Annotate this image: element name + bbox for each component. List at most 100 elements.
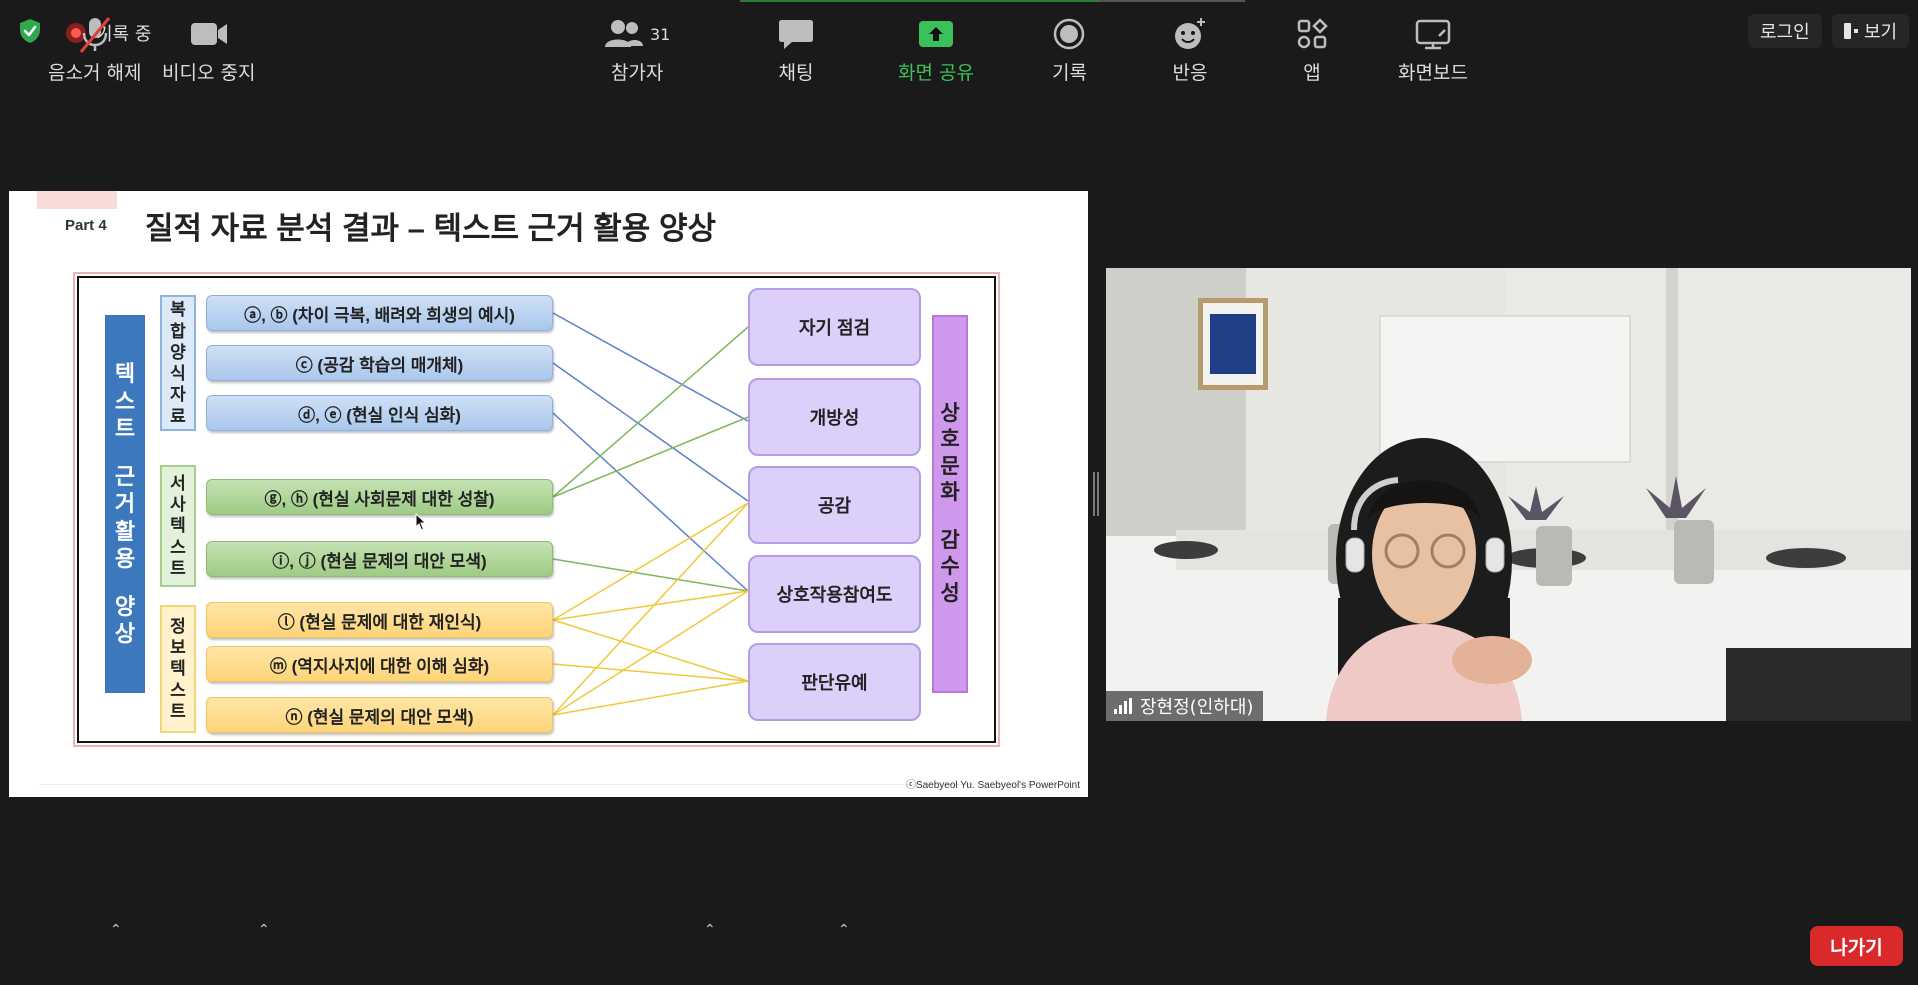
group-label-complex-data: 복 합 양 식 자 료 <box>160 295 196 431</box>
leave-meeting-button[interactable]: 나가기 <box>1810 926 1903 966</box>
login-label: 로그인 <box>1760 22 1810 43</box>
leave-label: 나가기 <box>1830 936 1883 959</box>
main-char: 활 <box>114 518 136 544</box>
group-char: 자 <box>170 385 186 405</box>
evidence-pill: ⓒ (공감 학습의 매개체) <box>206 345 553 381</box>
whiteboard-label: 화면보드 <box>1398 62 1468 84</box>
outcome-box: 상호작용참여도 <box>748 555 921 633</box>
share-screen-icon <box>918 21 953 47</box>
shared-slide: Part 4 질적 자료 분석 결과 – 텍스트 근거 활용 양상 텍 스 트 … <box>9 191 1088 797</box>
participant-name: 장현정(인하대) <box>1140 697 1254 718</box>
main-char: 양 <box>114 593 136 619</box>
view-label: 보기 <box>1864 22 1898 43</box>
group-label-info-text: 정 보 텍 스 트 <box>160 605 196 733</box>
apps-label: 앱 <box>1303 62 1321 84</box>
group-char: 정 <box>170 616 186 636</box>
evidence-pill: ⓓ, ⓔ (현실 인식 심화) <box>206 395 553 431</box>
login-button[interactable]: 로그인 <box>1748 14 1822 48</box>
share-screen-button[interactable]: 화면 공유 <box>898 14 974 85</box>
group-char: 양 <box>170 342 186 362</box>
group-char: 보 <box>170 638 186 658</box>
reactions-label: 반응 <box>1172 62 1208 84</box>
reactions-button[interactable]: 반응 <box>1172 14 1208 85</box>
right-char: 감 <box>940 529 960 553</box>
evidence-pill: ⓘ, ⓙ (현실 문제의 대안 모색) <box>206 541 553 577</box>
chat-options-chevron-icon[interactable]: ⌃ <box>838 922 852 938</box>
record-icon <box>1054 18 1085 50</box>
evidence-pill: ⓜ (역지사지에 대한 이해 심화) <box>206 646 553 682</box>
main-char: 트 <box>114 416 136 442</box>
unmute-button[interactable]: 음소거 해제 <box>48 14 141 85</box>
whiteboard-button[interactable]: 화면보드 <box>1398 14 1468 85</box>
stop-video-label: 비디오 중지 <box>162 62 256 84</box>
right-char: 문 <box>940 454 960 478</box>
group-char: 사 <box>170 495 186 515</box>
group-char: 료 <box>170 406 186 426</box>
participants-label: 참가자 <box>610 62 664 84</box>
main-char: 거 <box>114 491 136 517</box>
unmute-label: 음소거 해제 <box>48 62 142 84</box>
microphone-muted-icon <box>79 17 110 53</box>
whiteboard-icon <box>1415 19 1451 50</box>
group-char: 트 <box>170 701 186 721</box>
video-camera-icon <box>190 23 227 45</box>
group-char: 합 <box>170 321 186 341</box>
group-char: 식 <box>170 364 186 383</box>
chat-label: 채팅 <box>778 62 814 84</box>
outcome-box: 판단유예 <box>748 643 921 721</box>
main-char: 용 <box>114 546 136 572</box>
group-char: 텍 <box>170 659 186 679</box>
record-button[interactable]: 기록 <box>1052 14 1087 85</box>
record-label: 기록 <box>1052 62 1087 84</box>
security-shield-icon[interactable] <box>18 18 42 44</box>
chat-button[interactable]: 채팅 <box>778 14 814 85</box>
stop-video-button[interactable]: 비디오 중지 <box>162 14 255 85</box>
group-char: 텍 <box>170 516 186 536</box>
group-label-narrative-text: 서 사 텍 스 트 <box>160 465 196 587</box>
right-char: 호 <box>940 428 960 452</box>
main-char: 근 <box>114 463 136 489</box>
participants-icon <box>605 20 643 47</box>
video-options-chevron-icon[interactable]: ⌃ <box>258 922 272 938</box>
apps-icon <box>1297 18 1328 49</box>
share-indicator-line-secondary <box>1100 0 1245 2</box>
outcome-box: 자기 점검 <box>748 288 921 366</box>
participants-button[interactable]: 31 참가자 <box>604 14 670 85</box>
intercultural-sensitivity-label: 상 호 문 화 감 수 성 <box>932 315 968 693</box>
view-layout-icon <box>1844 23 1858 39</box>
view-button[interactable]: 보기 <box>1832 14 1910 48</box>
group-char: 스 <box>170 680 186 700</box>
main-char: 스 <box>114 388 136 414</box>
right-char: 수 <box>940 555 960 579</box>
outcome-box: 개방성 <box>748 378 921 456</box>
evidence-pill: ⓛ (현실 문제에 대한 재인식) <box>206 602 553 638</box>
right-char: 상 <box>940 402 960 426</box>
audio-options-chevron-icon[interactable]: ⌃ <box>110 922 124 938</box>
outcome-box: 공감 <box>748 466 921 544</box>
participants-options-chevron-icon[interactable]: ⌃ <box>704 922 718 938</box>
video-frame-image <box>1106 268 1911 721</box>
reaction-smiley-icon <box>1175 18 1205 49</box>
chat-bubble-icon <box>779 20 813 49</box>
evidence-pill: ⓐ, ⓑ (차이 극복, 배려와 희생의 예시) <box>206 295 553 331</box>
right-char: 성 <box>940 581 960 605</box>
group-char: 트 <box>170 558 186 578</box>
slide-credit: ⓒSaebyeol Yu. Saebyeol's PowerPoint <box>905 780 1080 791</box>
main-char: 상 <box>114 621 136 647</box>
participants-count: 31 <box>650 24 671 44</box>
evidence-pill: ⓝ (현실 문제의 대안 모색) <box>206 697 553 733</box>
participant-name-tag: 장현정(인하대) <box>1106 691 1264 721</box>
share-indicator-line <box>740 0 1100 2</box>
main-category-label: 텍 스 트 근 거 활 용 양 상 <box>105 315 145 693</box>
signal-strength-icon <box>1114 698 1132 714</box>
group-char: 복 <box>170 300 186 320</box>
right-char: 화 <box>940 480 960 504</box>
slide-title: 질적 자료 분석 결과 – 텍스트 근거 활용 양상 <box>145 211 716 246</box>
main-char: 텍 <box>114 361 136 387</box>
slide-accent-bar <box>37 191 117 209</box>
participant-video-tile[interactable]: 장현정(인하대) <box>1106 268 1911 721</box>
apps-button[interactable]: 앱 <box>1296 14 1328 85</box>
evidence-pill: ⓖ, ⓗ (현실 사회문제 대한 성찰) <box>206 479 553 515</box>
split-view-resize-handle[interactable] <box>1093 472 1099 516</box>
meeting-toolbar <box>0 900 1918 985</box>
